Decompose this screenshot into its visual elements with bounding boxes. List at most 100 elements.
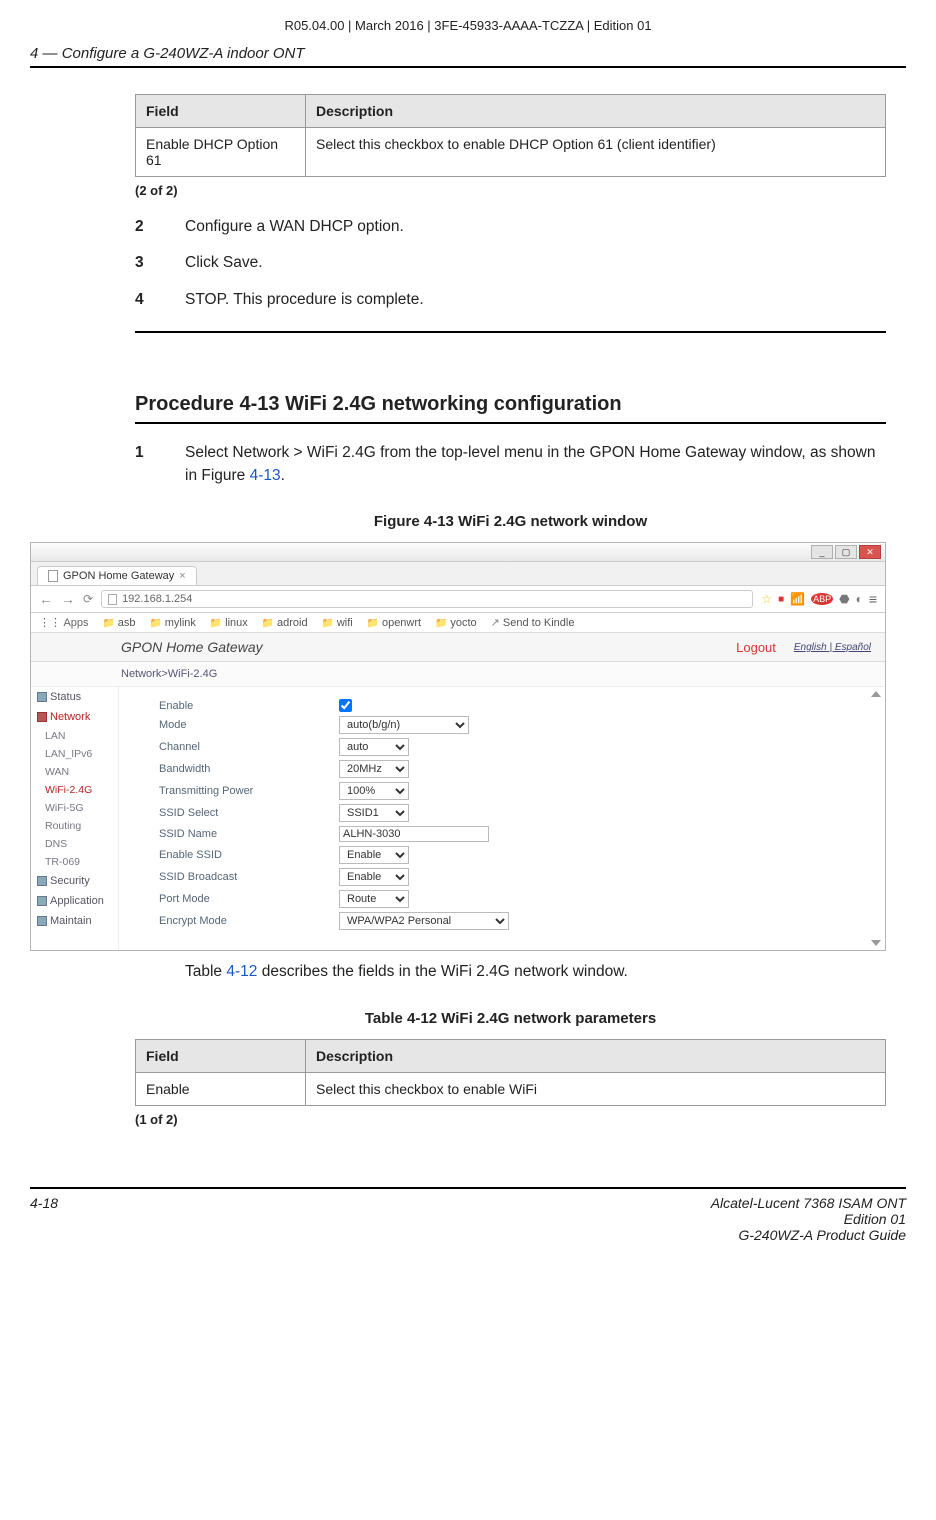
footer-line3: G-240WZ-A Product Guide: [738, 1227, 906, 1243]
procedure-steps: 1 Select Network > WiFi 2.4G from the to…: [135, 442, 886, 487]
extension-icon[interactable]: ■: [778, 594, 784, 605]
step: 3 Click Save.: [135, 252, 886, 274]
language-switch[interactable]: English | Español: [794, 642, 871, 653]
form-row-mode: Mode auto(b/g/n): [159, 716, 867, 734]
url-field[interactable]: 192.168.1.254: [101, 590, 753, 608]
table-pager: (2 of 2): [135, 183, 886, 198]
forward-button[interactable]: →: [61, 591, 75, 607]
col-description: Description: [306, 1039, 886, 1072]
sidebar-item-wifi5[interactable]: WiFi-5G: [31, 799, 118, 817]
sidebar-item-tr069[interactable]: TR-069: [31, 853, 118, 871]
table-row: Field Description: [136, 95, 886, 128]
logout-link[interactable]: Logout: [736, 640, 776, 655]
bookmark-folder[interactable]: mylink: [150, 617, 196, 629]
wifi-params-table: Field Description Enable Select this che…: [135, 1039, 886, 1106]
step-number: 4: [135, 289, 185, 311]
after-figure-text: Table 4-12 describes the fields in the W…: [185, 961, 886, 983]
bookmark-folder[interactable]: adroid: [262, 617, 308, 629]
page-icon: [108, 594, 117, 605]
sidebar-item-wifi24[interactable]: WiFi-2.4G: [31, 781, 118, 799]
toolbar-icons: ☆ ■ 📶 ABP ⬣ ◐ ≡: [761, 591, 877, 607]
bookmark-folder[interactable]: asb: [103, 617, 136, 629]
step: 1 Select Network > WiFi 2.4G from the to…: [135, 442, 886, 487]
ssid-select[interactable]: SSID1: [339, 804, 409, 822]
rss-icon[interactable]: 📶: [790, 592, 805, 606]
bookmark-folder[interactable]: wifi: [322, 617, 353, 629]
tab-close-icon[interactable]: ×: [179, 570, 185, 582]
back-button[interactable]: ←: [39, 591, 53, 607]
table-link[interactable]: 4-12: [226, 963, 257, 980]
tab-strip: GPON Home Gateway ×: [31, 562, 885, 586]
footer-line2: Edition 01: [844, 1211, 906, 1227]
reload-button[interactable]: ⟳: [83, 592, 93, 606]
extension-icon[interactable]: ⬣: [839, 592, 849, 606]
ssid-name-input[interactable]: [339, 826, 489, 842]
table-pager: (1 of 2): [135, 1112, 886, 1127]
txpower-select[interactable]: 100%: [339, 782, 409, 800]
form-row-ssid-name: SSID Name: [159, 826, 867, 842]
page-number: 4-18: [30, 1195, 58, 1243]
window-titlebar: _ ▢ ✕: [31, 543, 885, 562]
sidebar-item-maintain[interactable]: Maintain: [31, 911, 118, 931]
bookmarks-bar: ⋮⋮ Apps asb mylink linux adroid wifi ope…: [31, 613, 885, 633]
label-enable-ssid: Enable SSID: [159, 849, 339, 861]
bandwidth-select[interactable]: 20MHz: [339, 760, 409, 778]
form-row-port-mode: Port Mode Route: [159, 890, 867, 908]
port-mode-select[interactable]: Route: [339, 890, 409, 908]
figure-caption: Figure 4-13 WiFi 2.4G network window: [135, 513, 886, 530]
col-description: Description: [306, 95, 886, 128]
cell-field: Enable: [136, 1072, 306, 1105]
maximize-button[interactable]: ▢: [835, 545, 857, 559]
doc-header: R05.04.00 | March 2016 | 3FE-45933-AAAA-…: [30, 18, 906, 33]
form-row-enable-ssid: Enable SSID Enable: [159, 846, 867, 864]
bookmark-icon[interactable]: ☆: [761, 592, 772, 606]
channel-select[interactable]: auto: [339, 738, 409, 756]
page-icon: [48, 570, 58, 582]
sidebar-item-status[interactable]: Status: [31, 687, 118, 707]
scroll-down-icon[interactable]: [871, 940, 881, 946]
enable-checkbox[interactable]: [339, 699, 352, 712]
browser-tab[interactable]: GPON Home Gateway ×: [37, 566, 197, 585]
sidebar-item-routing[interactable]: Routing: [31, 817, 118, 835]
ont-header: GPON Home Gateway Logout English | Españ…: [31, 633, 885, 662]
col-field: Field: [136, 95, 306, 128]
bookmark-folder[interactable]: yocto: [435, 617, 477, 629]
sidebar-item-wan[interactable]: WAN: [31, 763, 118, 781]
sidebar-item-security[interactable]: Security: [31, 871, 118, 891]
form-row-channel: Channel auto: [159, 738, 867, 756]
label-ssid-broadcast: SSID Broadcast: [159, 871, 339, 883]
sidebar-item-lanv6[interactable]: LAN_IPv6: [31, 745, 118, 763]
cell-description: Select this checkbox to enable DHCP Opti…: [306, 128, 886, 177]
close-button[interactable]: ✕: [859, 545, 881, 559]
figure-link[interactable]: 4-13: [250, 467, 281, 484]
bookmark-folder[interactable]: openwrt: [367, 617, 421, 629]
sidebar-item-lan[interactable]: LAN: [31, 727, 118, 745]
scroll-up-icon[interactable]: [871, 691, 881, 697]
form-row-enable: Enable: [159, 699, 867, 712]
sidebar-item-application[interactable]: Application: [31, 891, 118, 911]
sidebar-item-dns[interactable]: DNS: [31, 835, 118, 853]
bookmark-link[interactable]: Send to Kindle: [491, 616, 575, 629]
abp-icon[interactable]: ABP: [811, 593, 833, 605]
menu-icon[interactable]: ≡: [869, 591, 877, 607]
browser-window: _ ▢ ✕ GPON Home Gateway × ← → ⟳ 192.168.…: [30, 542, 886, 951]
label-bandwidth: Bandwidth: [159, 763, 339, 775]
label-ssid-name: SSID Name: [159, 828, 339, 840]
ssid-broadcast-select[interactable]: Enable: [339, 868, 409, 886]
col-field: Field: [136, 1039, 306, 1072]
text-post: describes the fields in the WiFi 2.4G ne…: [257, 963, 627, 980]
ont-body: Status Network LAN LAN_IPv6 WAN WiFi-2.4…: [31, 687, 885, 950]
lang-en[interactable]: English: [794, 642, 827, 653]
sidebar-item-network[interactable]: Network: [31, 707, 118, 727]
form-area: Enable Mode auto(b/g/n) Channel auto Ban…: [119, 687, 885, 950]
bookmark-folder[interactable]: linux: [210, 617, 248, 629]
minimize-button[interactable]: _: [811, 545, 833, 559]
lang-es[interactable]: Español: [835, 642, 871, 653]
section-separator: [135, 331, 886, 333]
apps-button[interactable]: ⋮⋮ Apps: [39, 616, 89, 629]
url-text: 192.168.1.254: [122, 593, 192, 605]
extension-icon[interactable]: ◐: [856, 592, 863, 606]
encrypt-mode-select[interactable]: WPA/WPA2 Personal: [339, 912, 509, 930]
enable-ssid-select[interactable]: Enable: [339, 846, 409, 864]
mode-select[interactable]: auto(b/g/n): [339, 716, 469, 734]
